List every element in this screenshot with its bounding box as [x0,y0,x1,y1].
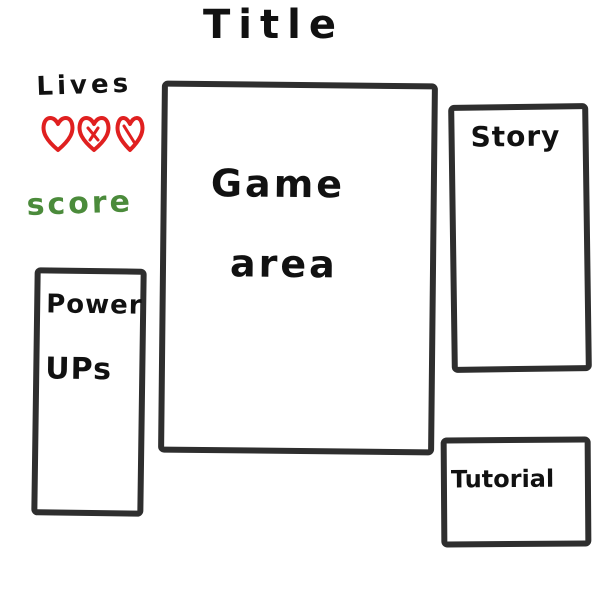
game-area-label-line1: Game [210,161,346,207]
game-area[interactable]: Game area [158,80,438,456]
story-panel[interactable]: Story [448,103,592,373]
lives-hearts [41,116,145,152]
game-area-label-line2: area [229,241,339,287]
heart-icon [41,116,75,152]
story-label: Story [470,119,561,154]
power-ups-label-line1: Power [46,289,143,321]
score-label: score [26,184,134,223]
power-ups-label-line2: UPs [45,351,113,388]
heart-icon [115,116,145,152]
heart-icon [77,116,111,152]
tutorial-label: Tutorial [450,464,555,494]
lives-label: Lives [36,68,133,102]
page-title: Title [203,2,344,48]
power-ups-panel[interactable]: Power UPs [31,267,147,517]
tutorial-button[interactable]: Tutorial [440,436,592,548]
